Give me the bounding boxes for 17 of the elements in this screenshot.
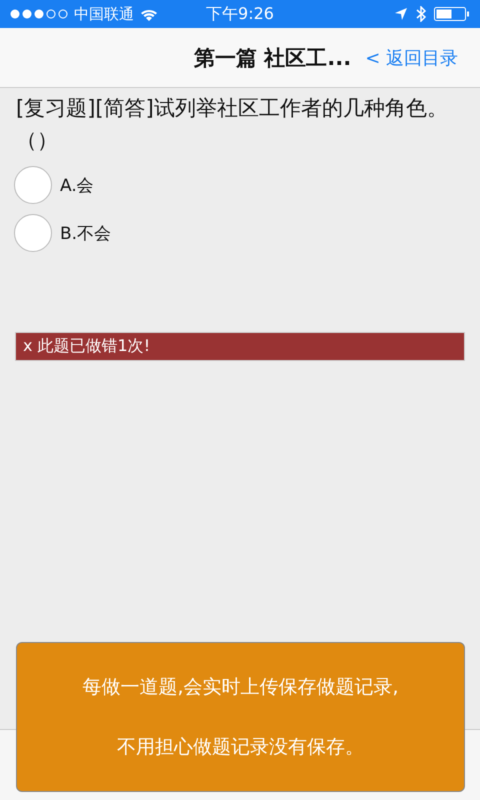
radio-button[interactable] bbox=[14, 214, 52, 252]
signal-icon bbox=[10, 9, 68, 19]
location-arrow-icon bbox=[394, 7, 408, 21]
back-link[interactable]: < 返回目录 bbox=[365, 46, 458, 70]
question-text: [复习题][简答]试列举社区工作者的几种角色。（） bbox=[15, 95, 449, 154]
battery-icon bbox=[434, 7, 470, 21]
radio-button[interactable] bbox=[14, 166, 52, 204]
toast-text: 不用担心做题记录没有保存。 bbox=[117, 735, 364, 760]
wifi-icon bbox=[140, 7, 158, 21]
option-label[interactable]: B.不会 bbox=[60, 222, 112, 244]
error-banner: x 此题已做错1次! bbox=[15, 332, 465, 361]
clock-time: 下午9:26 bbox=[206, 4, 274, 24]
bluetooth-icon bbox=[416, 6, 426, 22]
page-title: 第一篇 社区工... bbox=[194, 44, 352, 72]
toast-text: 每做一道题,会实时上传保存做题记录, bbox=[82, 675, 399, 700]
carrier-name: 中国联通 bbox=[74, 4, 134, 24]
option-label[interactable]: A.会 bbox=[60, 174, 94, 196]
